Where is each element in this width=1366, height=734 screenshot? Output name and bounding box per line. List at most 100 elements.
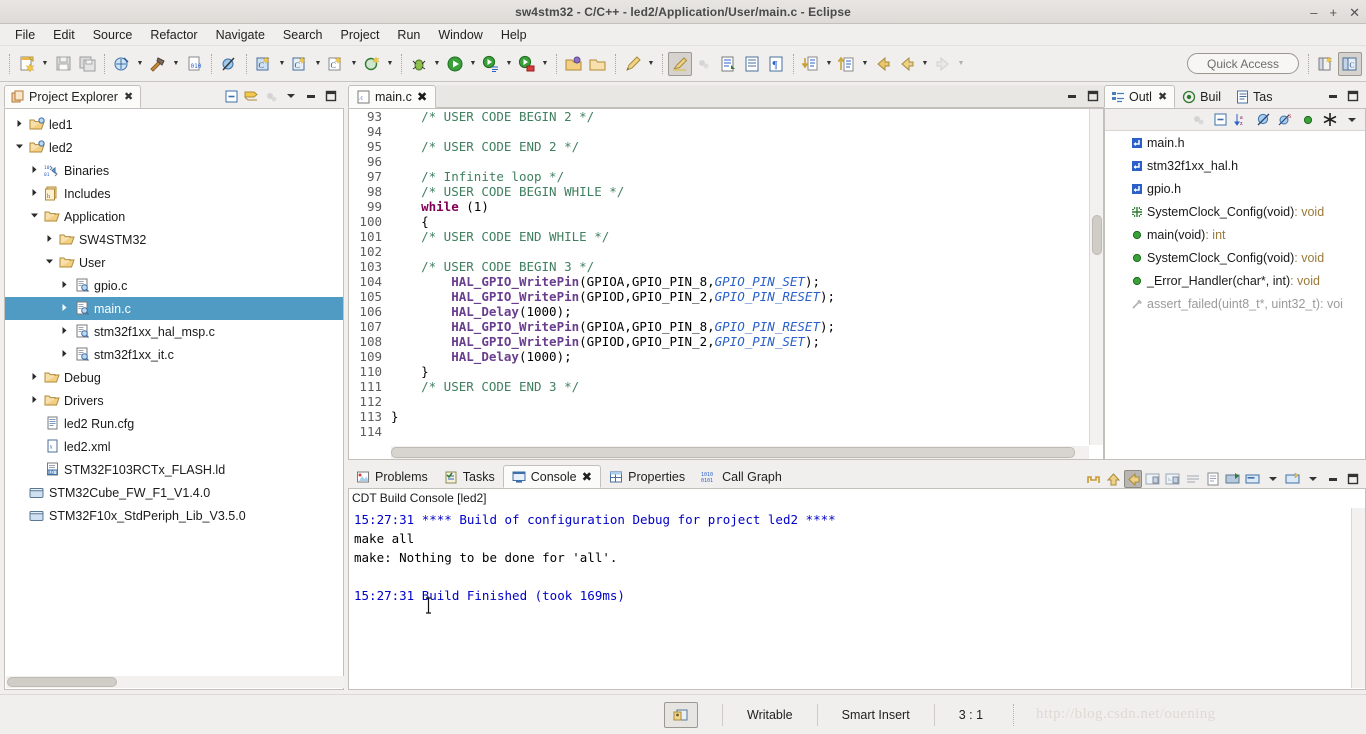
clear-console-icon[interactable]: [1144, 470, 1162, 488]
outline-item[interactable]: SystemClock_Config(void) : void: [1105, 246, 1365, 269]
code-line[interactable]: 94: [349, 124, 1103, 139]
chevron-down-icon[interactable]: [11, 142, 27, 153]
run-last-tool-icon[interactable]: [515, 52, 539, 76]
chevron-right-icon[interactable]: [56, 303, 72, 314]
tree-item[interactable]: stm32f1xx_hal_msp.c: [5, 320, 343, 343]
tab-build-targets[interactable]: Buil: [1175, 85, 1229, 108]
tree-item[interactable]: Debug: [5, 366, 343, 389]
build-all-dropdown-icon[interactable]: ▼: [134, 52, 146, 76]
project-explorer-hscrollbar[interactable]: [6, 676, 344, 688]
show-whitespace-icon[interactable]: [740, 52, 764, 76]
next-edit-icon[interactable]: [799, 52, 823, 76]
external-tools-dropdown-icon[interactable]: ▼: [503, 52, 515, 76]
tab-properties[interactable]: Properties: [601, 465, 693, 488]
editor-state-icon[interactable]: [664, 701, 698, 728]
tree-item[interactable]: led2 Run.cfg: [5, 412, 343, 435]
chevron-right-icon[interactable]: [56, 280, 72, 291]
tree-item[interactable]: STM32F10x_StdPeriph_Lib_V3.5.0: [5, 504, 343, 527]
scroll-lock-icon[interactable]: [1164, 470, 1182, 488]
close-button[interactable]: ✕: [1349, 6, 1360, 19]
hide-nonpublic-icon[interactable]: [1299, 111, 1317, 129]
debug-dropdown-icon[interactable]: ▼: [431, 52, 443, 76]
menu-refactor[interactable]: Refactor: [141, 26, 206, 44]
run-last-tool-dropdown-icon[interactable]: ▼: [539, 52, 551, 76]
maximize-button[interactable]: +: [1330, 6, 1338, 19]
quick-access-input[interactable]: Quick Access: [1187, 53, 1299, 74]
code-line[interactable]: 101 /* USER CODE END WHILE */: [349, 229, 1103, 244]
tree-item[interactable]: LD STM32F103RCTx_FLASH.ld: [5, 458, 343, 481]
code-line[interactable]: 103 /* USER CODE BEGIN 3 */: [349, 259, 1103, 274]
code-line[interactable]: 106 HAL_Delay(1000);: [349, 304, 1103, 319]
code-line[interactable]: 95 /* USER CODE END 2 */: [349, 139, 1103, 154]
outline-item[interactable]: SystemClock_Config(void) : void: [1105, 200, 1365, 223]
show-console-icon[interactable]: [1204, 470, 1222, 488]
minimize-icon[interactable]: [302, 87, 320, 105]
scrollbar-thumb[interactable]: [7, 677, 117, 687]
code-line[interactable]: 108 HAL_GPIO_WritePin(GPIOD,GPIO_PIN_2,G…: [349, 334, 1103, 349]
run-dropdown-icon[interactable]: ▼: [467, 52, 479, 76]
code-line[interactable]: 109 HAL_Delay(1000);: [349, 349, 1103, 364]
menu-navigate[interactable]: Navigate: [207, 26, 274, 44]
menu-project[interactable]: Project: [332, 26, 389, 44]
tab-main-c[interactable]: .c main.c ✖: [348, 85, 437, 108]
menu-source[interactable]: Source: [84, 26, 142, 44]
tab-tasks[interactable]: Tasks: [436, 465, 503, 488]
tree-item[interactable]: led2: [5, 136, 343, 159]
collapse-all-icon[interactable]: [1211, 111, 1229, 129]
open-folder-2-icon[interactable]: [586, 52, 610, 76]
minimize-icon[interactable]: [1063, 87, 1081, 105]
debug-icon[interactable]: [407, 52, 431, 76]
code-line[interactable]: 97 /* Infinite loop */: [349, 169, 1103, 184]
cpp-perspective-icon[interactable]: C: [1338, 51, 1362, 76]
new-c-cpp-project-dropdown-icon[interactable]: ▼: [276, 52, 288, 76]
tree-item[interactable]: Drivers: [5, 389, 343, 412]
next-annotation-icon[interactable]: [716, 52, 740, 76]
open-perspective-icon[interactable]: [1314, 52, 1338, 76]
open-console-dropdown-icon[interactable]: [1304, 470, 1322, 488]
outline-list[interactable]: main.h stm32f1xx_hal.h gpio.h SystemClock_C…: [1105, 131, 1365, 315]
code-line[interactable]: 100 {: [349, 214, 1103, 229]
build-dropdown-icon[interactable]: ▼: [170, 52, 182, 76]
chevron-right-icon[interactable]: [26, 372, 42, 383]
code-line[interactable]: 114: [349, 424, 1103, 439]
open-folder-icon[interactable]: [562, 52, 586, 76]
tree-item[interactable]: led1: [5, 113, 343, 136]
remove-all-icon[interactable]: [1124, 470, 1142, 488]
code-line[interactable]: 104 HAL_GPIO_WritePin(GPIOA,GPIO_PIN_8,G…: [349, 274, 1103, 289]
tree-item[interactable]: stm32f1xx_it.c: [5, 343, 343, 366]
external-tools-icon[interactable]: [479, 52, 503, 76]
menu-file[interactable]: File: [6, 26, 44, 44]
open-console-icon[interactable]: [1284, 470, 1302, 488]
chevron-down-icon[interactable]: [41, 257, 57, 268]
chevron-down-icon[interactable]: [26, 211, 42, 222]
back-star-icon[interactable]: [871, 52, 895, 76]
new-source-folder-dropdown-icon[interactable]: ▼: [312, 52, 324, 76]
outline-item[interactable]: main.h: [1105, 131, 1365, 154]
tree-item[interactable]: Application: [5, 205, 343, 228]
editor-vscrollbar[interactable]: [1089, 109, 1103, 445]
scrollbar-thumb[interactable]: [391, 447, 1076, 458]
code-line[interactable]: 105 HAL_GPIO_WritePin(GPIOD,GPIO_PIN_2,G…: [349, 289, 1103, 304]
tab-console[interactable]: Console ✖: [502, 465, 602, 488]
minimize-button[interactable]: –: [1310, 6, 1317, 19]
tree-item[interactable]: x led2.xml: [5, 435, 343, 458]
code-line[interactable]: 99 while (1): [349, 199, 1103, 214]
terminate-icon[interactable]: [1084, 470, 1102, 488]
code-line[interactable]: 113}: [349, 409, 1103, 424]
source-code-view[interactable]: 93 /* USER CODE BEGIN 2 */94 95 /* USER C…: [349, 109, 1103, 459]
project-tree[interactable]: led1 led2 10 01 Binaries h Includes Application…: [5, 109, 343, 675]
editor-hscrollbar[interactable]: [391, 446, 1089, 459]
code-line[interactable]: 107 HAL_GPIO_WritePin(GPIOA,GPIO_PIN_8,G…: [349, 319, 1103, 334]
code-line[interactable]: 110 }: [349, 364, 1103, 379]
close-icon[interactable]: ✖: [582, 469, 592, 484]
code-line[interactable]: 98 /* USER CODE BEGIN WHILE */: [349, 184, 1103, 199]
close-icon[interactable]: ✖: [417, 89, 427, 104]
chevron-right-icon[interactable]: [26, 165, 42, 176]
remove-launch-icon[interactable]: [1104, 470, 1122, 488]
binary-file-icon[interactable]: 010: [182, 52, 206, 76]
maximize-icon[interactable]: [1084, 87, 1102, 105]
maximize-icon[interactable]: [1344, 470, 1362, 488]
view-menu-icon[interactable]: [282, 87, 300, 105]
minimize-icon[interactable]: [1324, 470, 1342, 488]
prev-edit-icon[interactable]: [835, 52, 859, 76]
